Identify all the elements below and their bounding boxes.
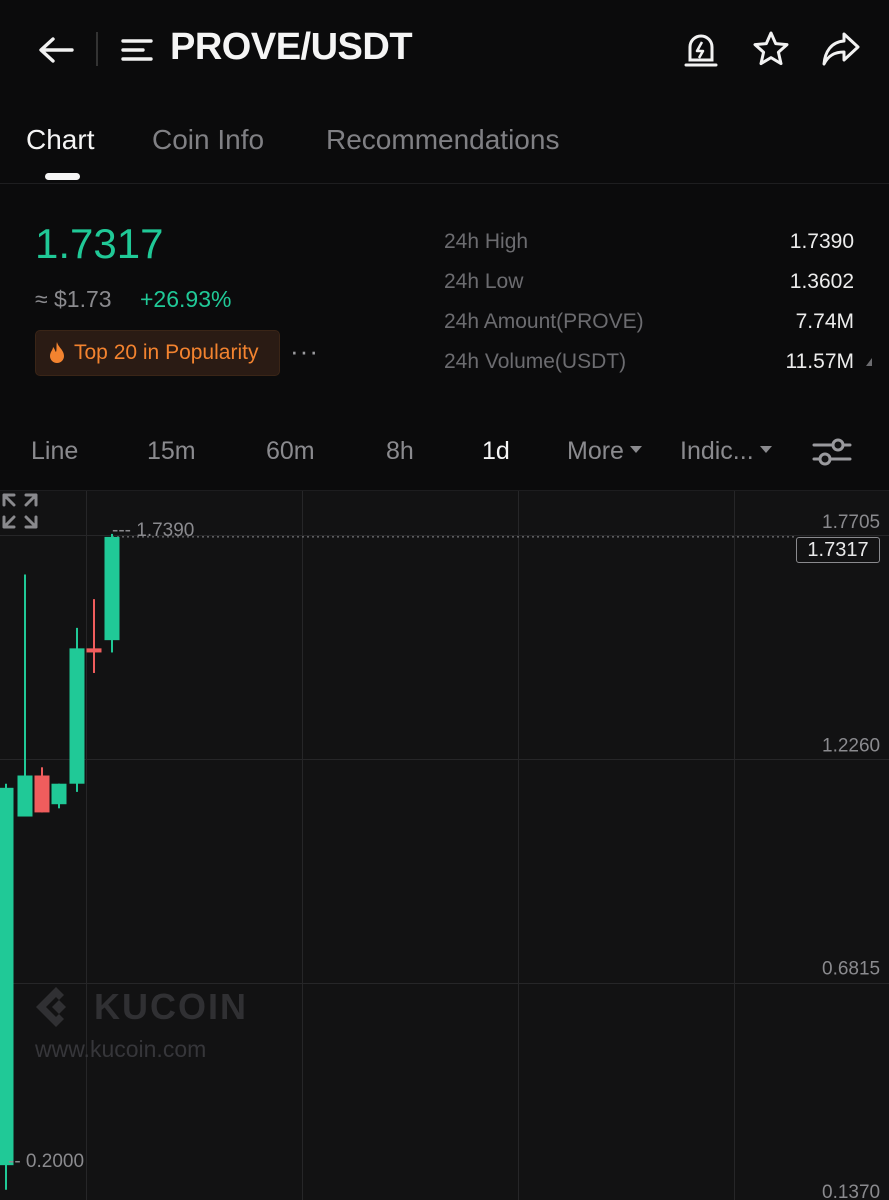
kucoin-logo-icon xyxy=(36,987,66,1027)
candle-body[interactable] xyxy=(86,648,102,653)
price-change: +26.93% xyxy=(140,286,232,312)
interval-more-dropdown[interactable]: More xyxy=(567,437,642,466)
y-axis-tick-label: 1.7705 xyxy=(822,512,880,533)
candle-body[interactable] xyxy=(17,775,33,817)
top-bar: PROVE/USDT xyxy=(0,0,889,100)
interval-more-label: More xyxy=(567,437,624,465)
interval-1d[interactable]: 1d xyxy=(482,437,510,466)
high-marker-label: --- 1.7390 xyxy=(112,520,194,541)
pair-menu-button[interactable] xyxy=(118,30,156,70)
tab-recommendations[interactable]: Recommendations xyxy=(326,124,559,156)
candle-body[interactable] xyxy=(0,787,14,1166)
back-arrow-icon xyxy=(39,37,74,63)
tab-coin-info[interactable]: Coin Info xyxy=(152,124,264,156)
price-alert-icon xyxy=(684,34,718,67)
chart-canvas: KUCOIN www.kucoin.com --- 1.7390 -- 0.20… xyxy=(0,491,889,1200)
y-axis: 1.7705 1.2260 0.6815 0.1370 xyxy=(822,512,880,1200)
sliders-icon xyxy=(812,438,852,466)
divider xyxy=(96,32,98,66)
y-axis-tick-label: 0.1370 xyxy=(822,1182,880,1200)
badge-label: Top 20 in Popularity xyxy=(74,341,259,364)
interval-bar: Line 15m 60m 8h 1d More Indic... xyxy=(0,420,889,484)
candle-body[interactable] xyxy=(51,783,67,805)
tab-chart[interactable]: Chart xyxy=(26,124,94,156)
stat-label-low: 24h Low xyxy=(444,270,524,293)
volume-toggle-icon[interactable] xyxy=(866,358,872,366)
y-axis-tick-label: 1.2260 xyxy=(822,735,880,756)
favorite-button[interactable] xyxy=(748,26,794,72)
watermark-brand: KUCOIN xyxy=(94,986,248,1027)
chevron-down-icon xyxy=(759,445,772,453)
candles xyxy=(0,533,120,1190)
candle-body[interactable] xyxy=(69,648,85,784)
indicators-dropdown[interactable]: Indic... xyxy=(680,437,772,466)
interval-15m[interactable]: 15m xyxy=(147,437,196,466)
pair-title[interactable]: PROVE/USDT xyxy=(170,26,413,69)
stat-value-amount: 7.74M xyxy=(795,310,854,333)
chart-grid xyxy=(0,491,889,1200)
interval-line[interactable]: Line xyxy=(31,437,78,466)
fire-icon xyxy=(50,342,64,363)
kucoin-watermark: KUCOIN www.kucoin.com xyxy=(34,986,248,1062)
share-icon xyxy=(822,32,860,66)
back-button[interactable] xyxy=(34,30,78,70)
tab-bar: Chart Coin Info Recommendations xyxy=(0,110,889,184)
interval-60m[interactable]: 60m xyxy=(266,437,315,466)
low-marker-label: -- 0.2000 xyxy=(8,1151,84,1172)
star-icon xyxy=(753,31,789,66)
indicators-label: Indic... xyxy=(680,437,754,465)
chart-settings-button[interactable] xyxy=(808,432,856,472)
price-alert-button[interactable] xyxy=(678,26,724,72)
chevron-down-icon xyxy=(629,445,642,453)
stat-value-high: 1.7390 xyxy=(789,230,854,253)
popularity-badge[interactable]: Top 20 in Popularity xyxy=(35,330,280,376)
more-badges-button[interactable]: ··· xyxy=(290,336,319,367)
candle-body[interactable] xyxy=(34,775,50,813)
candlestick-chart[interactable]: KUCOIN www.kucoin.com --- 1.7390 -- 0.20… xyxy=(0,490,889,1200)
current-price-tag: 1.7317 xyxy=(796,537,880,563)
watermark-url: www.kucoin.com xyxy=(34,1036,206,1062)
stat-value-volume: 11.57M xyxy=(785,350,855,373)
menu-icon xyxy=(121,39,153,61)
stat-value-low: 1.3602 xyxy=(789,270,854,293)
candle-body[interactable] xyxy=(104,536,120,641)
interval-8h[interactable]: 8h xyxy=(386,437,414,466)
active-tab-indicator xyxy=(45,173,80,180)
fullscreen-icon[interactable] xyxy=(0,491,40,531)
stat-label-amount: 24h Amount(PROVE) xyxy=(444,310,644,333)
stat-label-volume: 24h Volume(USDT) xyxy=(444,350,627,373)
share-button[interactable] xyxy=(818,26,864,72)
y-axis-tick-label: 0.6815 xyxy=(822,959,880,980)
fiat-price: ≈ $1.73 xyxy=(35,286,112,312)
last-price: 1.7317 xyxy=(35,220,164,267)
stat-label-high: 24h High xyxy=(444,230,529,253)
